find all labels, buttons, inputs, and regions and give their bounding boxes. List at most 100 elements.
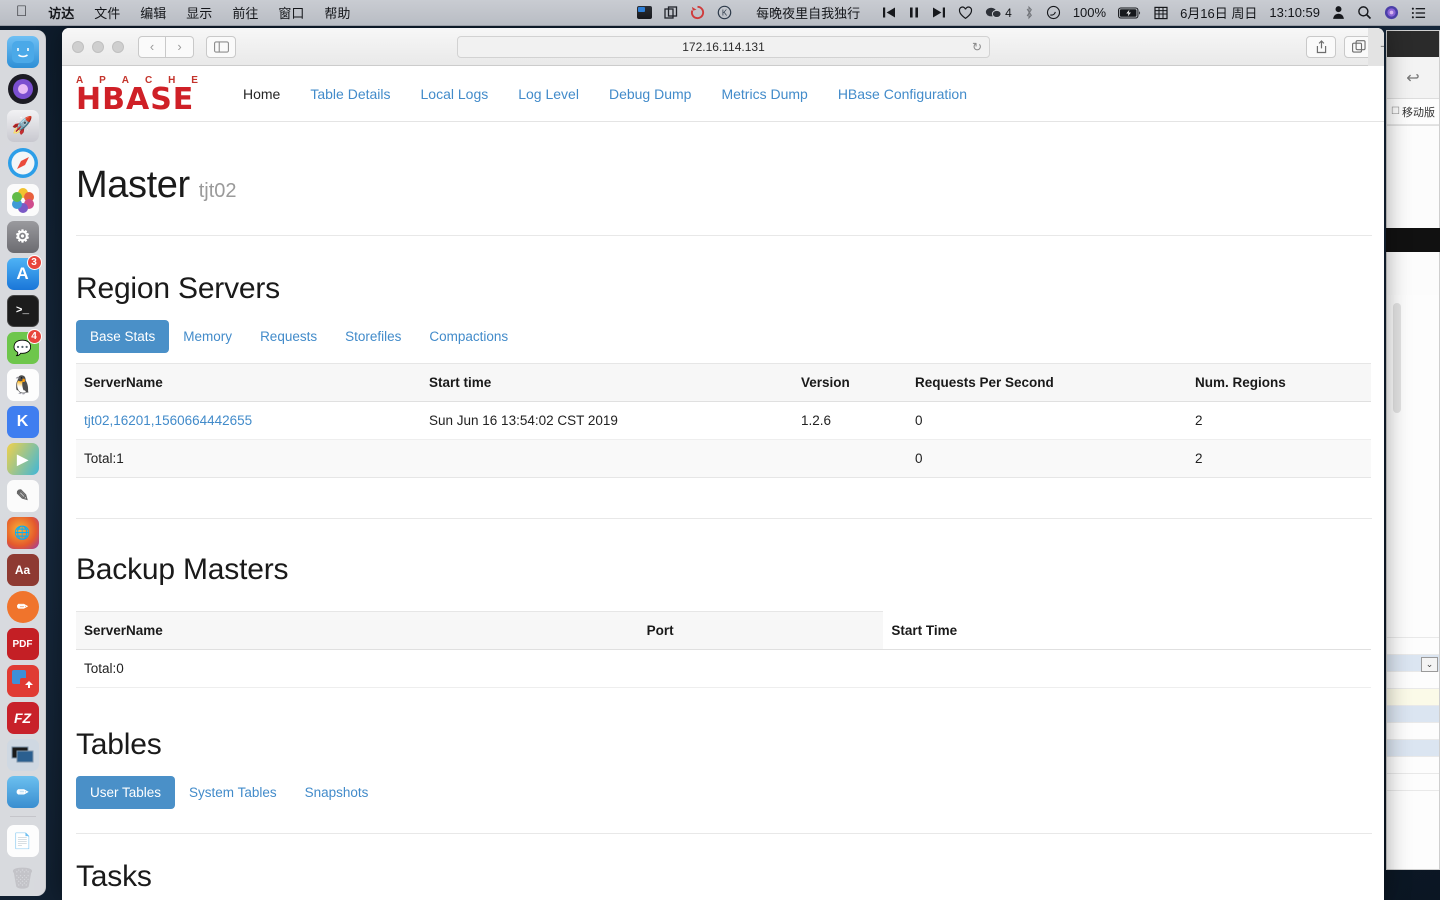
reload-icon[interactable]: ↻ (972, 40, 982, 54)
dock-item-kuaishou[interactable]: K (6, 406, 39, 438)
dock-item-screen-share[interactable] (6, 665, 39, 697)
calendar-icon[interactable] (1148, 6, 1174, 20)
menu-item-view[interactable]: 显示 (176, 3, 222, 22)
spreadsheet-expand-icon[interactable]: ⌄ (1421, 657, 1438, 672)
dock-item-finder[interactable] (6, 36, 39, 68)
tab-snapshots[interactable]: Snapshots (291, 776, 383, 809)
backup-masters-table: ServerName Port Start Time Total:0 (76, 611, 1371, 688)
column-backup-port[interactable]: Port (638, 611, 884, 650)
background-window-undo-icon[interactable]: ↩ (1387, 57, 1439, 99)
background-spreadsheet[interactable]: ⌄ (1387, 621, 1439, 869)
tab-system-tables[interactable]: System Tables (175, 776, 291, 809)
sidebar-toggle-button[interactable] (206, 35, 236, 58)
column-backup-start-time[interactable]: Start Time (883, 611, 1371, 650)
nav-link-log-level[interactable]: Log Level (503, 78, 594, 110)
column-backup-server-name[interactable]: ServerName (76, 611, 639, 650)
minimize-button[interactable] (92, 40, 104, 53)
tasks-heading: Tasks (76, 860, 152, 893)
nav-link-debug-dump[interactable]: Debug Dump (594, 78, 707, 110)
previous-track-icon[interactable] (876, 6, 902, 19)
sync-icon[interactable] (684, 5, 711, 20)
dock-item-photos[interactable] (6, 184, 39, 216)
background-window-scrollbar[interactable] (1393, 303, 1401, 413)
tab-user-tables[interactable]: User Tables (76, 776, 176, 809)
close-button[interactable] (72, 40, 84, 53)
dock-item-notes[interactable]: ✎ (6, 480, 39, 512)
tab-memory[interactable]: Memory (169, 320, 246, 353)
dock-item-downloads-stack[interactable]: 📄 (6, 825, 39, 857)
nav-link-metrics-dump[interactable]: Metrics Dump (706, 78, 822, 110)
dock-item-paint-tool[interactable]: ✏ (6, 591, 39, 623)
dock-item-wechat[interactable]: 💬 4 (6, 329, 42, 364)
menu-date[interactable]: 6月16日 周日 (1174, 3, 1263, 22)
window-controls (72, 40, 124, 53)
address-bar[interactable]: 172.16.114.131 ↻ (457, 35, 990, 58)
dock-item-media-player[interactable]: ▶ (6, 443, 39, 475)
notification-center-icon[interactable] (1405, 6, 1432, 20)
dock-item-trash[interactable]: 🗑 (7, 862, 39, 894)
search-icon[interactable] (1351, 5, 1378, 20)
screen-recorder-icon[interactable] (631, 6, 658, 19)
menu-item-file[interactable]: 文件 (84, 3, 130, 22)
next-track-icon[interactable] (926, 6, 952, 19)
dock-item-app-store[interactable]: A 3 (6, 255, 42, 290)
cell-server-name: tjt02,16201,1560664442655 (76, 401, 421, 440)
user-account-icon[interactable] (1326, 5, 1351, 20)
back-button[interactable]: ‹ (138, 35, 166, 58)
nav-link-home[interactable]: Home (228, 78, 295, 110)
dock-item-terminal[interactable]: >_ (6, 295, 39, 327)
nav-link-local-logs[interactable]: Local Logs (406, 78, 504, 110)
dock-item-system-preferences[interactable]: ⚙ (6, 221, 39, 253)
cell-version: 1.2.6 (793, 401, 907, 440)
dock-item-xcode[interactable]: ✏ (6, 776, 39, 808)
menu-item-window[interactable]: 窗口 (268, 3, 314, 22)
column-server-name[interactable]: ServerName (76, 363, 421, 402)
share-button[interactable] (1306, 35, 1336, 58)
copy-icon[interactable] (658, 5, 684, 20)
forward-button[interactable]: › (166, 35, 194, 58)
column-start-time[interactable]: Start time (421, 363, 793, 402)
menu-item-finder[interactable]: 访达 (38, 3, 84, 22)
tab-storefiles[interactable]: Storefiles (331, 320, 415, 353)
bluetooth-icon[interactable] (1018, 5, 1040, 20)
messages-icon[interactable]: 4 (979, 6, 1018, 20)
menu-time[interactable]: 13:10:59 (1263, 5, 1326, 20)
region-servers-table: ServerName Start time Version Requests P… (76, 363, 1371, 478)
battery-icon[interactable] (1112, 7, 1148, 19)
dock-item-qq[interactable]: 🐧 (6, 369, 39, 401)
menu-item-go[interactable]: 前往 (222, 3, 268, 22)
cell-total-requests: 0 (907, 439, 1187, 478)
nav-link-hbase-configuration[interactable]: HBase Configuration (823, 78, 982, 110)
siri-icon[interactable] (1378, 5, 1405, 20)
menu-item-edit[interactable]: 编辑 (130, 3, 176, 22)
dock-item-launchpad[interactable]: 🚀 (6, 110, 39, 142)
dock-item-remote-desktop[interactable] (6, 739, 39, 771)
pause-icon[interactable] (902, 6, 926, 19)
background-window-mobile-label[interactable]: ☐ 移动版 (1387, 99, 1439, 125)
cell-start-time: Sun Jun 16 13:54:02 CST 2019 (421, 401, 793, 440)
heart-icon[interactable] (952, 5, 979, 20)
airplay-icon[interactable] (1040, 5, 1067, 20)
server-name-link[interactable]: tjt02,16201,1560664442655 (84, 413, 252, 428)
tab-compactions[interactable]: Compactions (415, 320, 522, 353)
menu-item-help[interactable]: 帮助 (314, 3, 360, 22)
column-num-regions[interactable]: Num. Regions (1187, 363, 1371, 402)
new-tab-button[interactable]: + (1368, 28, 1384, 66)
background-window-right[interactable]: ↩ ☐ 移动版 ⌄ (1386, 30, 1440, 870)
dock-item-siri[interactable] (7, 73, 39, 105)
column-version[interactable]: Version (793, 363, 907, 402)
dock-item-filezilla[interactable]: FZ (6, 702, 39, 734)
safari-window: ‹ › 172.16.114.131 ↻ + A P (62, 28, 1384, 900)
dock-item-firefox[interactable]: 🌐 (6, 517, 39, 549)
dock-item-pdf-reader[interactable]: PDF (6, 628, 39, 660)
dock-item-safari[interactable] (7, 147, 39, 179)
column-requests-per-second[interactable]: Requests Per Second (907, 363, 1187, 402)
tab-base-stats[interactable]: Base Stats (76, 320, 170, 353)
tab-requests[interactable]: Requests (246, 320, 331, 353)
apple-menu-icon[interactable]:  (8, 4, 38, 21)
hbase-logo[interactable]: A P A C H E HBASE (76, 75, 214, 114)
nav-link-table-details[interactable]: Table Details (295, 78, 405, 110)
kuaishou-menu-icon[interactable]: K (711, 5, 738, 20)
dock-item-dictionary[interactable]: Aa (6, 554, 39, 586)
maximize-button[interactable] (112, 40, 124, 53)
